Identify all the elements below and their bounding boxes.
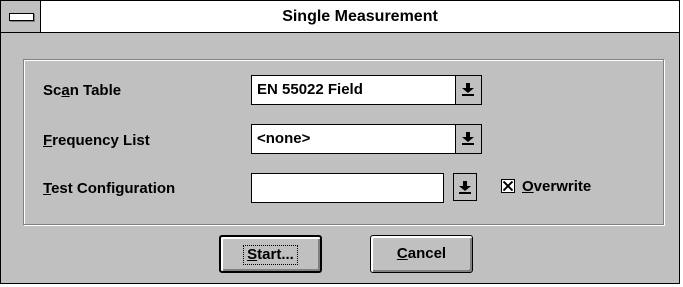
start-button-label: Start...: [243, 245, 298, 265]
scan-table-dropdown[interactable]: EN 55022 Field: [251, 75, 482, 105]
single-measurement-dialog: Single Measurement Scan Table EN 55022 F…: [0, 0, 680, 284]
dropdown-arrow-icon: [462, 83, 474, 96]
frequency-list-dropdown-button[interactable]: [455, 125, 481, 153]
test-configuration-input[interactable]: [251, 173, 444, 203]
overwrite-label[interactable]: Overwrite: [522, 177, 591, 197]
system-menu-icon: [9, 13, 34, 21]
scan-table-value: EN 55022 Field: [257, 81, 363, 98]
checkbox-x-icon: [503, 181, 513, 191]
frequency-list-value: <none>: [257, 130, 311, 147]
scan-table-label: Scan Table: [43, 82, 122, 99]
dropdown-arrow-icon: [459, 181, 471, 194]
start-button[interactable]: Start...: [219, 235, 322, 273]
frequency-list-dropdown[interactable]: <none>: [251, 124, 482, 154]
title-bar: Single Measurement: [1, 1, 679, 33]
overwrite-checkbox[interactable]: [501, 179, 515, 193]
window-title: Single Measurement: [282, 8, 438, 25]
dropdown-arrow-icon: [462, 132, 474, 145]
scan-table-dropdown-button[interactable]: [455, 76, 481, 104]
system-menu-button[interactable]: [1, 1, 41, 32]
cancel-button-label: Cancel: [396, 245, 447, 262]
frequency-list-label: Frequency List: [43, 132, 150, 149]
test-configuration-label: Test Configuration: [43, 180, 176, 197]
test-configuration-dropdown-button[interactable]: [453, 173, 477, 201]
cancel-button[interactable]: Cancel: [370, 235, 473, 273]
